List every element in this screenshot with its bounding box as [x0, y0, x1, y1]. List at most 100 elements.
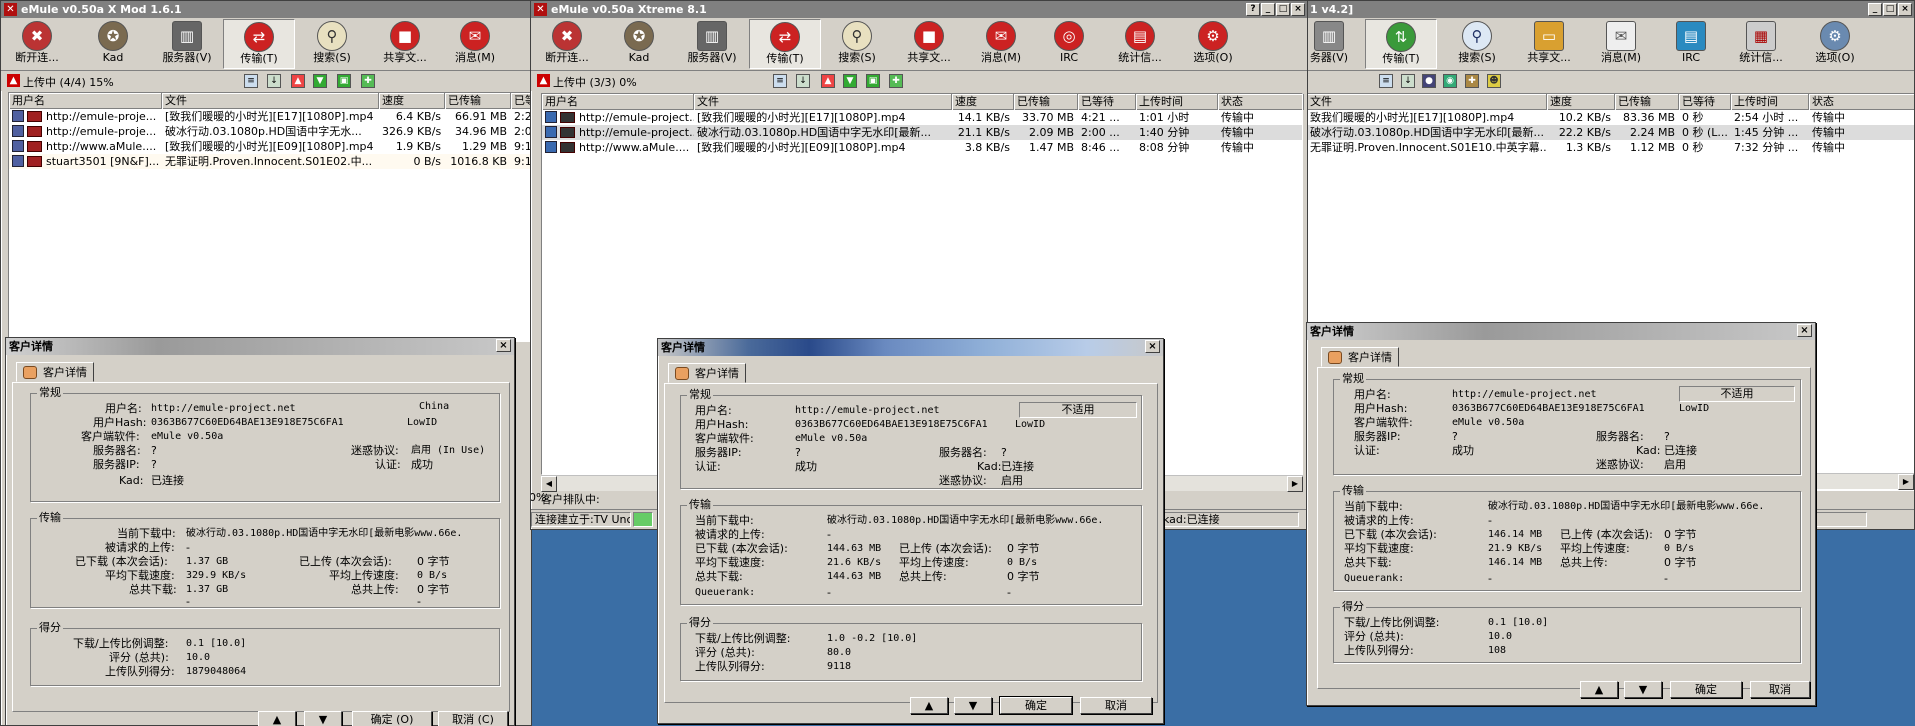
col-username[interactable]: 用户名	[542, 94, 694, 110]
maximize-button[interactable]: □	[1883, 3, 1897, 16]
toolbar-stats-button[interactable]: ▤ 统计信...	[1104, 19, 1176, 69]
view-queue-icon[interactable]: ▣	[337, 74, 351, 88]
col-transferred[interactable]: 已传输	[445, 93, 511, 109]
cancel-button[interactable]: 取消 (C)	[438, 711, 508, 726]
toolbar-shared-button[interactable]: ■ 共享文...	[369, 19, 441, 69]
scroll-left-arrow[interactable]: ◀	[541, 476, 557, 492]
close-button[interactable]: ×	[1797, 324, 1812, 337]
toolbar-stats-button[interactable]: ▦ 统计信...	[1725, 19, 1797, 69]
toolbar-messages-button[interactable]: ✉ 消息(M)	[439, 19, 511, 69]
toolbar-shared-button[interactable]: ▭ 共享文...	[1513, 19, 1585, 69]
col-file[interactable]: 文件	[162, 93, 379, 109]
view-globe-icon[interactable]: ◉	[1443, 74, 1457, 88]
close-button[interactable]: ×	[1291, 3, 1305, 16]
table-row[interactable]: 破冰行动.03.1080p.HD国语中字无水印[最新... 22.2 KB/s …	[1307, 125, 1914, 140]
toolbar-search-button[interactable]: ⚲ 搜索(S)	[296, 19, 368, 69]
table-row[interactable]: 致我们暖暖的小时光][E17][1080P].mp4 10.2 KB/s 83.…	[1307, 110, 1914, 125]
toolbar-irc-button[interactable]: ◎ IRC	[1033, 19, 1105, 69]
view-queue-icon[interactable]: ▣	[866, 74, 880, 88]
maximize-button[interactable]: □	[1276, 3, 1290, 16]
next-button[interactable]: ▼	[954, 697, 992, 714]
toolbar-kad-button[interactable]: ✪ Kad	[603, 19, 675, 69]
view-list-icon[interactable]: ≡	[1379, 74, 1393, 88]
table-row[interactable]: http://emule-project... 破冰行动.03.1080p.HD…	[542, 125, 1302, 140]
toolbar-servers-button[interactable]: ▥ 服务器(V)	[676, 19, 748, 69]
close-button[interactable]: ×	[1898, 3, 1912, 16]
view-download-green-icon[interactable]: ▼	[843, 74, 857, 88]
view-download-icon[interactable]: ↓	[1401, 74, 1415, 88]
toolbar-messages-button[interactable]: ✉ 消息(M)	[1585, 19, 1657, 69]
toolbar-options-button[interactable]: ⚙ 选项(O)	[1177, 19, 1249, 69]
ok-button[interactable]: 确定 (O)	[352, 711, 432, 726]
title-bar[interactable]: ✕ eMule v0.50a Xtreme 8.1 ? _ □ ×	[531, 1, 1307, 18]
view-upload-red-icon[interactable]: ▲	[291, 74, 305, 88]
col-speed[interactable]: 速度	[379, 93, 445, 109]
view-download-icon[interactable]: ↓	[796, 74, 810, 88]
ok-button[interactable]: 确定	[999, 696, 1073, 715]
toolbar-servers-button[interactable]: ▥ 服务器(V)	[151, 19, 223, 69]
table-row[interactable]: stuart3501 [9N&F]... 无罪证明.Proven.Innocen…	[9, 154, 531, 169]
col-transferred[interactable]: 已传输	[1615, 94, 1679, 110]
next-button[interactable]: ▼	[1624, 681, 1662, 698]
toolbar-search-button[interactable]: ⚲ 搜索(S)	[1441, 19, 1513, 69]
table-row[interactable]: http://emule-proje... 破冰行动.03.1080p.HD国语…	[9, 124, 531, 139]
col-speed[interactable]: 速度	[952, 94, 1014, 110]
toolbar-kad-button[interactable]: ✪ Kad	[77, 19, 149, 69]
title-bar[interactable]: 1 v4.2] _ □ ×	[1307, 1, 1914, 18]
toolbar-disconnect-button[interactable]: ✖ 断开连...	[531, 19, 603, 69]
dialog-title-bar[interactable]: 客户详情 ×	[1307, 323, 1815, 340]
dialog-title-bar[interactable]: 客户详情 ×	[6, 338, 514, 355]
col-waited[interactable]: 已等待	[1679, 94, 1731, 110]
toolbar-irc-button[interactable]: ▤ IRC	[1655, 19, 1727, 69]
col-file[interactable]: 文件	[1307, 94, 1547, 110]
col-speed[interactable]: 速度	[1547, 94, 1615, 110]
view-list-icon[interactable]: ≡	[244, 74, 258, 88]
col-status[interactable]: 状态	[1218, 94, 1304, 110]
col-upload-time[interactable]: 上传时间	[1136, 94, 1218, 110]
view-clients-icon[interactable]: ✚	[1465, 74, 1479, 88]
next-button[interactable]: ▼	[304, 711, 342, 726]
scroll-right-arrow[interactable]: ▶	[1287, 476, 1303, 492]
table-row[interactable]: http://www.aMule.... [致我们暖暖的小时光][E09][10…	[9, 139, 531, 154]
view-clients-icon[interactable]: ✚	[361, 74, 375, 88]
col-file[interactable]: 文件	[694, 94, 952, 110]
col-username[interactable]: 用户名	[9, 93, 162, 109]
view-list-icon[interactable]: ≡	[773, 74, 787, 88]
close-button[interactable]: ×	[496, 339, 511, 352]
tab-client-details[interactable]: 客户详情	[668, 363, 746, 383]
cancel-button[interactable]: 取消	[1750, 681, 1810, 698]
toolbar-search-button[interactable]: ⚲ 搜索(S)	[821, 19, 893, 69]
view-download-icon[interactable]: ↓	[267, 74, 281, 88]
col-status[interactable]: 状态	[1809, 94, 1914, 110]
toolbar-options-button[interactable]: ⚙ 选项(O)	[1799, 19, 1871, 69]
toolbar-transfer-button[interactable]: ⇄ 传输(T)	[223, 19, 295, 69]
prev-button[interactable]: ▲	[1580, 681, 1618, 698]
minimize-button[interactable]: _	[1868, 3, 1882, 16]
tab-client-details[interactable]: 客户详情	[16, 362, 94, 382]
col-transferred[interactable]: 已传输	[1014, 94, 1078, 110]
title-bar[interactable]: ✕ eMule v0.50a X Mod 1.6.1	[1, 1, 531, 18]
view-upload-red-icon[interactable]: ▲	[821, 74, 835, 88]
ok-button[interactable]: 确定	[1670, 681, 1742, 698]
view-upload-icon[interactable]: ●	[1422, 74, 1436, 88]
prev-button[interactable]: ▲	[910, 697, 948, 714]
scroll-right-arrow[interactable]: ▶	[1898, 474, 1914, 490]
cancel-button[interactable]: 取消	[1080, 697, 1152, 714]
toolbar-transfer-button[interactable]: ⇄ 传输(T)	[749, 19, 821, 69]
minimize-button[interactable]: _	[1261, 3, 1275, 16]
upload-list[interactable]: 用户名 文件 速度 已传输 已等 http://emule-proje... […	[8, 92, 531, 342]
prev-button[interactable]: ▲	[258, 711, 296, 726]
view-download-green-icon[interactable]: ▼	[313, 74, 327, 88]
dialog-title-bar[interactable]: 客户详情 ×	[658, 339, 1163, 356]
col-waited[interactable]: 已等	[511, 93, 531, 109]
close-button[interactable]: ×	[1145, 340, 1160, 353]
toolbar-servers-button[interactable]: ▥ 务器(V)	[1307, 19, 1365, 69]
table-row[interactable]: http://www.aMule.... [致我们暖暖的小时光][E09][10…	[542, 140, 1302, 155]
toolbar-messages-button[interactable]: ✉ 消息(M)	[965, 19, 1037, 69]
col-upload-time[interactable]: 上传时间	[1731, 94, 1809, 110]
view-clients-icon[interactable]: ✚	[889, 74, 903, 88]
tab-client-details[interactable]: 客户详情	[1321, 347, 1399, 367]
table-row[interactable]: 无罪证明.Proven.Innocent.S01E10.中英字幕... 1.3 …	[1307, 140, 1914, 155]
view-friends-icon[interactable]: ☻	[1487, 74, 1501, 88]
help-button[interactable]: ?	[1246, 3, 1260, 16]
